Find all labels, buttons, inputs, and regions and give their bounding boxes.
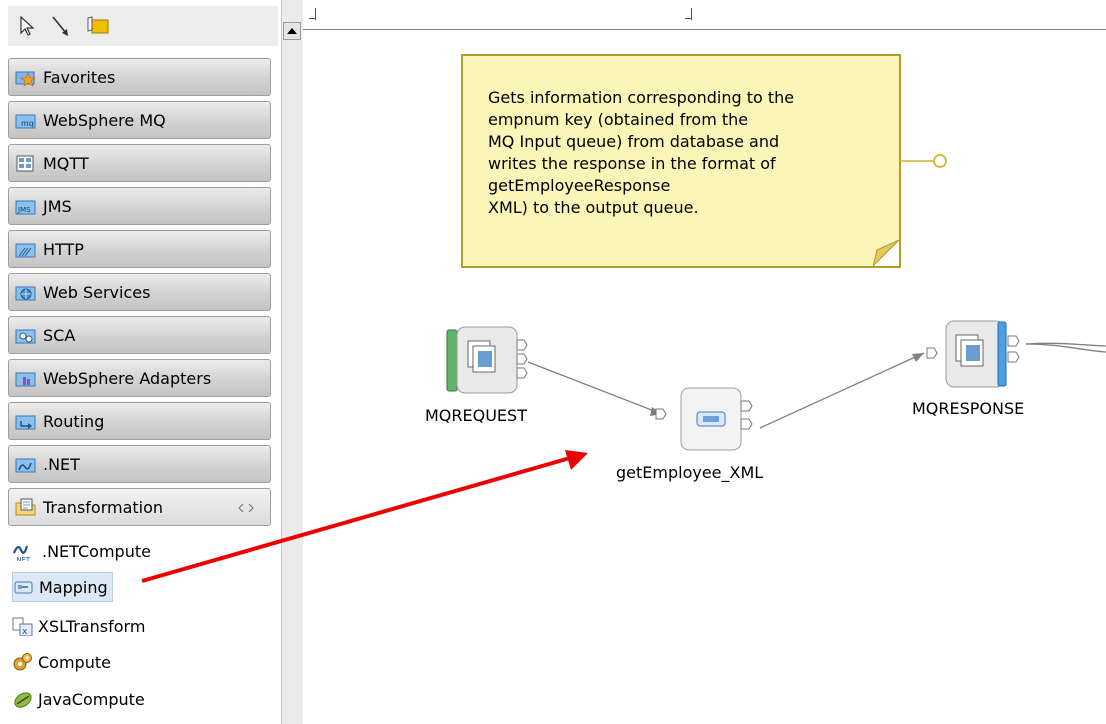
node-label-mqrequest: MQREQUEST — [425, 406, 527, 425]
mapping-node-icon — [655, 387, 753, 451]
connection-mapping-to-response — [759, 352, 925, 429]
node-mqresponse[interactable] — [924, 320, 1034, 390]
connection-arrowhead — [912, 353, 924, 362]
node-mqrequest[interactable] — [446, 326, 528, 396]
mq-output-node-icon — [926, 320, 1020, 388]
node-label-get-employee-xml: getEmployee_XML — [616, 463, 764, 482]
annotation-red-arrow — [141, 456, 571, 583]
mq-input-node-icon — [446, 326, 528, 394]
node-label-mqresponse: MQRESPONSE — [912, 399, 1025, 418]
connection-request-to-mapping — [527, 361, 663, 415]
annotation-red-arrowhead — [565, 450, 588, 470]
node-get-employee-xml[interactable] — [653, 387, 763, 453]
